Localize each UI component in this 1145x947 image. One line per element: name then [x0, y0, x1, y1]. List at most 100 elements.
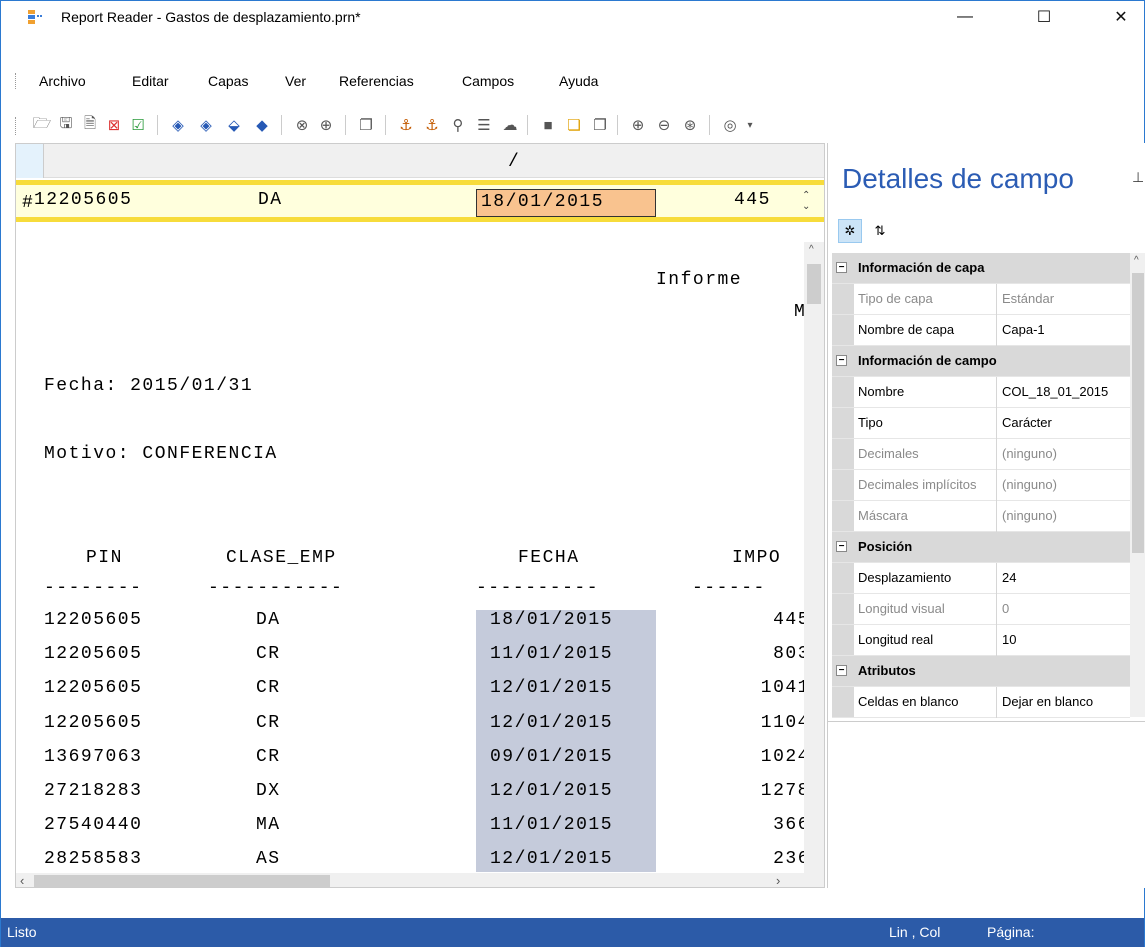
- chevron-up-icon[interactable]: ⌃: [802, 190, 810, 201]
- property-divider[interactable]: [996, 563, 997, 594]
- wrench-icon[interactable]: ⚲: [447, 114, 469, 136]
- property-value[interactable]: 24: [1002, 570, 1130, 587]
- menu-referencias[interactable]: Referencias: [339, 73, 414, 89]
- anchor-icon[interactable]: ⚓: [395, 114, 417, 136]
- find-icon[interactable]: ⊕: [315, 114, 337, 136]
- layer-icon[interactable]: ■: [537, 114, 559, 136]
- property-category[interactable]: − Posición: [832, 532, 1130, 563]
- property-divider[interactable]: [996, 408, 997, 439]
- property-divider[interactable]: [996, 315, 997, 346]
- save-icon[interactable]: 🖫: [55, 114, 77, 136]
- property-row[interactable]: Tipo de capa Estándar: [832, 284, 1130, 315]
- property-divider[interactable]: [996, 284, 997, 315]
- property-value[interactable]: Capa-1: [1002, 322, 1130, 339]
- scroll-left-icon[interactable]: ‹: [20, 873, 24, 887]
- property-divider[interactable]: [996, 439, 997, 470]
- property-category[interactable]: − Información de capa: [832, 253, 1130, 284]
- zoom-fit-icon[interactable]: ⊛: [679, 114, 701, 136]
- sample-spin[interactable]: ⌃ ⌄: [802, 190, 810, 212]
- property-value[interactable]: 0: [1002, 601, 1130, 618]
- add-field-icon[interactable]: ☰: [473, 114, 495, 136]
- property-row[interactable]: Nombre de capa Capa-1: [832, 315, 1130, 346]
- nav-first-icon[interactable]: ◈: [167, 114, 189, 136]
- layer-highlight-icon[interactable]: ❏: [563, 114, 585, 136]
- maximize-button[interactable]: ☐: [1021, 1, 1067, 33]
- property-grid: − Información de capa Tipo de capa Estándar…: [832, 253, 1130, 718]
- property-row[interactable]: Longitud visual 0: [832, 594, 1130, 625]
- accept-layer-icon[interactable]: ☑: [127, 114, 149, 136]
- menu-archivo[interactable]: Archivo: [39, 73, 86, 89]
- property-divider[interactable]: [996, 594, 997, 625]
- zoom-in-icon[interactable]: ⊕: [627, 114, 649, 136]
- property-value[interactable]: (ninguno): [1002, 508, 1130, 525]
- anchor-remove-icon[interactable]: ⚓: [421, 114, 443, 136]
- nav-prev-icon[interactable]: ◈: [195, 114, 217, 136]
- sort-alpha-icon[interactable]: ⇅: [868, 219, 892, 243]
- pin-icon[interactable]: ⊥: [1132, 169, 1144, 186]
- property-divider[interactable]: [996, 625, 997, 656]
- menu-ver[interactable]: Ver: [285, 73, 306, 89]
- property-row[interactable]: Tipo Carácter: [832, 408, 1130, 439]
- open-icon[interactable]: 🗁: [31, 114, 53, 136]
- export-icon[interactable]: 🗎: [79, 114, 101, 136]
- scroll-thumb[interactable]: [807, 264, 821, 304]
- zoom-out-icon[interactable]: ⊖: [653, 114, 675, 136]
- property-divider[interactable]: [996, 687, 997, 718]
- remove-field-icon[interactable]: ⊗: [291, 114, 313, 136]
- view-dropdown-icon[interactable]: ▾: [739, 114, 761, 136]
- nav-next-icon[interactable]: ⬙: [223, 114, 245, 136]
- property-category[interactable]: − Atributos: [832, 656, 1130, 687]
- property-value[interactable]: Estándar: [1002, 291, 1130, 308]
- close-button[interactable]: ✕: [1098, 1, 1144, 33]
- collapse-icon[interactable]: −: [836, 355, 847, 366]
- property-row[interactable]: Máscara (ninguno): [832, 501, 1130, 532]
- property-row[interactable]: Nombre COL_18_01_2015: [832, 377, 1130, 408]
- menu-grip[interactable]: [15, 73, 18, 89]
- minimize-button[interactable]: —: [942, 1, 988, 33]
- property-value[interactable]: COL_18_01_2015: [1002, 384, 1130, 401]
- toolbar-grip[interactable]: [15, 117, 18, 135]
- chevron-down-icon[interactable]: ⌄: [802, 201, 810, 212]
- property-category[interactable]: − Información de campo: [832, 346, 1130, 377]
- property-row[interactable]: Celdas en blanco Dejar en blanco: [832, 687, 1130, 718]
- property-value[interactable]: 10: [1002, 632, 1130, 649]
- menu-ayuda[interactable]: Ayuda: [559, 73, 598, 89]
- collapse-icon[interactable]: −: [836, 262, 847, 273]
- copy-icon[interactable]: ❐: [355, 114, 377, 136]
- property-row[interactable]: Decimales (ninguno): [832, 439, 1130, 470]
- toolbar: 🗁 🖫 🗎 ⊠ ☑ ◈ ◈ ⬙ ◆ ⊗ ⊕ ❐ ⚓ ⚓ ⚲ ☰ ☁ ■ ❏ ❐ …: [1, 107, 1144, 143]
- collapse-icon[interactable]: −: [836, 665, 847, 676]
- property-row[interactable]: Desplazamiento 24: [832, 563, 1130, 594]
- row-importe: 1041: [760, 678, 810, 698]
- layer-alt-icon[interactable]: ❐: [589, 114, 611, 136]
- scroll-thumb[interactable]: [1132, 273, 1144, 553]
- toolbar-separator: [617, 115, 618, 135]
- property-value[interactable]: (ninguno): [1002, 477, 1130, 494]
- view-icon[interactable]: ◎: [719, 114, 741, 136]
- scroll-right-icon[interactable]: ›: [776, 873, 780, 887]
- collapse-icon[interactable]: −: [836, 541, 847, 552]
- categorized-icon[interactable]: ✲: [838, 219, 862, 243]
- property-value[interactable]: (ninguno): [1002, 446, 1130, 463]
- report-horizontal-scrollbar[interactable]: ‹ ›: [16, 873, 824, 887]
- scroll-up-icon[interactable]: ^: [809, 244, 814, 255]
- report-vertical-scrollbar[interactable]: ^: [804, 242, 824, 874]
- property-divider[interactable]: [996, 377, 997, 408]
- selected-field-fecha[interactable]: 18/01/2015: [476, 189, 656, 217]
- property-row[interactable]: Decimales implícitos (ninguno): [832, 470, 1130, 501]
- menu-editar[interactable]: Editar: [132, 73, 169, 89]
- scroll-up-icon[interactable]: ^: [1134, 255, 1139, 266]
- menu-campos[interactable]: Campos: [462, 73, 514, 89]
- scroll-thumb[interactable]: [34, 875, 330, 887]
- delete-layer-icon[interactable]: ⊠: [103, 114, 125, 136]
- grid-vertical-scrollbar[interactable]: ^: [1130, 253, 1145, 717]
- property-value[interactable]: Dejar en blanco: [1002, 694, 1130, 711]
- property-divider[interactable]: [996, 470, 997, 501]
- menu-capas[interactable]: Capas: [208, 73, 248, 89]
- property-row[interactable]: Longitud real 10: [832, 625, 1130, 656]
- property-value[interactable]: Carácter: [1002, 415, 1130, 432]
- window-title: Report Reader - Gastos de desplazamiento…: [61, 9, 361, 25]
- cloud-icon[interactable]: ☁: [499, 114, 521, 136]
- nav-last-icon[interactable]: ◆: [251, 114, 273, 136]
- property-divider[interactable]: [996, 501, 997, 532]
